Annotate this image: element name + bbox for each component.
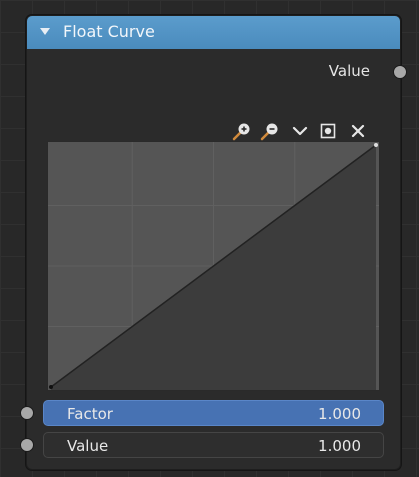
input-value-socket[interactable] <box>20 438 34 452</box>
float-curve-node[interactable]: Float Curve Value Factor 1.000 Value 1.0… <box>20 15 407 470</box>
value-label: Value <box>67 437 109 455</box>
value-field[interactable]: Value 1.000 <box>43 432 384 458</box>
factor-label: Factor <box>67 405 113 423</box>
chevron-down-icon <box>292 126 308 136</box>
reset-curve-button[interactable] <box>347 120 369 142</box>
factor-value: 1.000 <box>318 405 361 423</box>
zoom-out-icon <box>260 123 278 141</box>
zoom-in-icon <box>232 123 250 141</box>
output-value-socket[interactable] <box>393 65 407 79</box>
node-title: Float Curve <box>63 22 155 41</box>
collapse-arrow-icon[interactable] <box>40 28 50 35</box>
close-icon <box>351 124 365 138</box>
use-clipping-button[interactable] <box>317 120 339 142</box>
zoom-in-button[interactable] <box>231 120 253 142</box>
clipping-icon <box>320 123 336 139</box>
node-header[interactable]: Float Curve <box>27 16 400 49</box>
value-value: 1.000 <box>318 437 361 455</box>
zoom-out-button[interactable] <box>259 120 281 142</box>
curve-plot[interactable] <box>48 142 379 390</box>
curve-point-end[interactable] <box>374 143 378 147</box>
curve-widget[interactable] <box>47 141 380 391</box>
output-value-label: Value <box>328 62 370 80</box>
input-factor-socket[interactable] <box>20 406 34 420</box>
factor-field[interactable]: Factor 1.000 <box>43 400 384 426</box>
curve-options-dropdown[interactable] <box>289 120 311 142</box>
curve-point-start[interactable] <box>49 385 53 389</box>
